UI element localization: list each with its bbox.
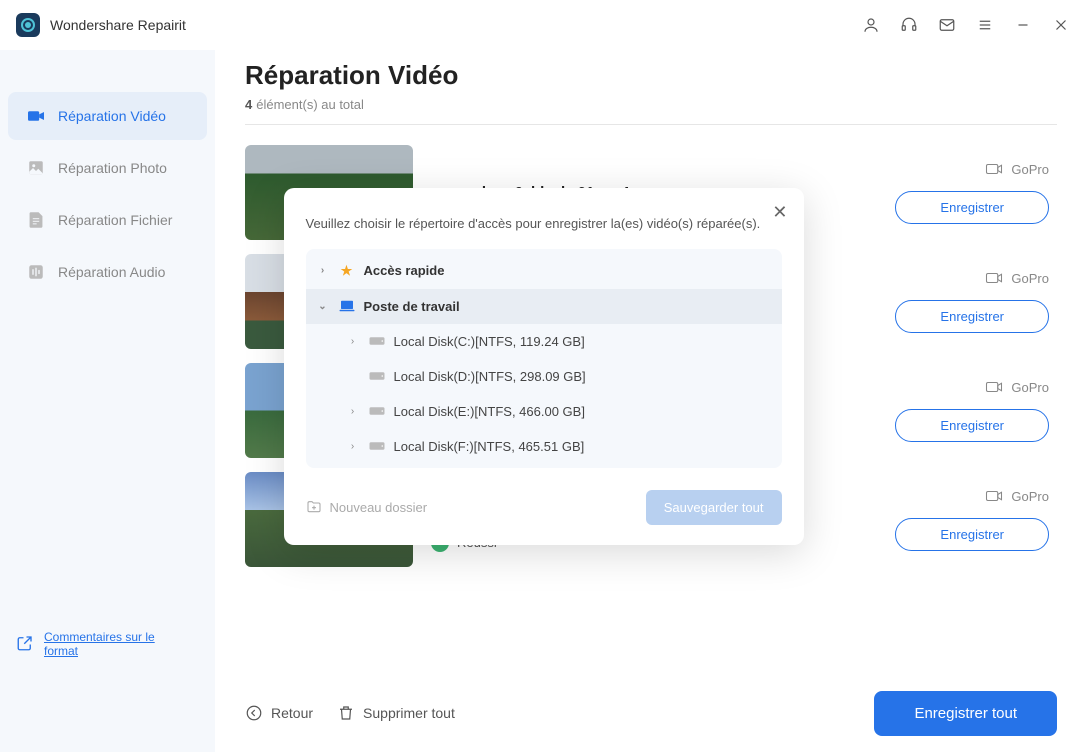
tree-disk-e[interactable]: › Local Disk(E:)[NTFS, 466.00 GB] bbox=[306, 394, 782, 429]
chevron-right-icon: › bbox=[346, 441, 360, 452]
disk-icon bbox=[368, 440, 386, 452]
laptop-icon bbox=[338, 299, 356, 313]
tree-disk-c[interactable]: › Local Disk(C:)[NTFS, 119.24 GB] bbox=[306, 324, 782, 359]
chevron-right-icon: › bbox=[316, 265, 330, 276]
tree-workstation[interactable]: ⌄ Poste de travail bbox=[306, 289, 782, 324]
disk-icon bbox=[368, 370, 386, 382]
star-icon: ★ bbox=[338, 263, 356, 279]
tree-disk-d[interactable]: Local Disk(D:)[NTFS, 298.09 GB] bbox=[306, 359, 782, 394]
disk-icon bbox=[368, 335, 386, 347]
tree-quick-access[interactable]: › ★ Accès rapide bbox=[306, 253, 782, 289]
chevron-right-icon: › bbox=[346, 336, 360, 347]
new-folder-button[interactable]: Nouveau dossier bbox=[306, 499, 428, 515]
chevron-right-icon: › bbox=[346, 406, 360, 417]
chevron-down-icon: ⌄ bbox=[316, 301, 330, 312]
folder-plus-icon bbox=[306, 499, 322, 515]
save-location-modal: ✕ Veuillez choisir le répertoire d'accès… bbox=[284, 188, 804, 545]
folder-tree: › ★ Accès rapide ⌄ Poste de travail › Lo… bbox=[306, 249, 782, 468]
modal-instruction: Veuillez choisir le répertoire d'accès p… bbox=[306, 216, 782, 231]
disk-icon bbox=[368, 405, 386, 417]
tree-disk-f[interactable]: › Local Disk(F:)[NTFS, 465.51 GB] bbox=[306, 429, 782, 464]
modal-overlay: ✕ Veuillez choisir le répertoire d'accès… bbox=[0, 0, 1087, 752]
modal-save-all-button[interactable]: Sauvegarder tout bbox=[646, 490, 782, 525]
modal-close-button[interactable]: ✕ bbox=[772, 202, 787, 223]
